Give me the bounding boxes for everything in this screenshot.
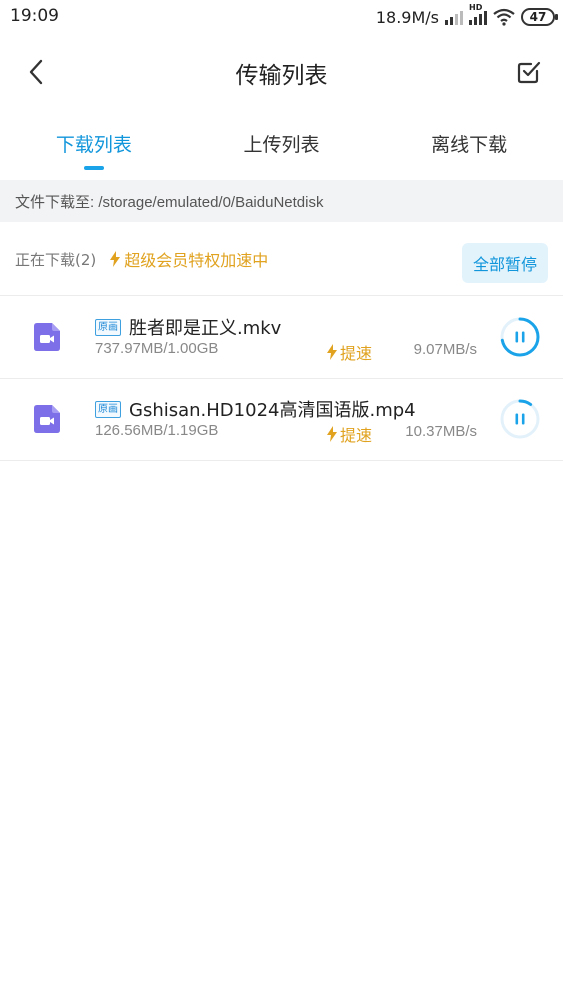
progress-track <box>500 399 540 439</box>
video-file-icon <box>34 323 60 351</box>
download-path-bar: 文件下载至: /storage/emulated/0/BaiduNetdisk <box>0 180 563 222</box>
download-path-text: 文件下载至: /storage/emulated/0/BaiduNetdisk <box>15 193 324 211</box>
tab-label: 离线下载 <box>431 134 508 156</box>
video-file-icon <box>34 405 60 433</box>
pause-all-button[interactable]: 全部暂停 <box>462 243 548 283</box>
item-name-row: 原画 胜者即是正义.mkv <box>95 314 281 340</box>
speed-up-label: 提速 <box>340 344 373 363</box>
vip-boost-label: 超级会员特权加速中 <box>124 251 269 270</box>
pause-button[interactable] <box>499 316 541 358</box>
file-progress-size: 737.97MB/1.00GB <box>95 340 219 357</box>
item-name-row: 原画 Gshisan.HD1024高清国语版.mp4 <box>95 396 416 422</box>
transfer-tabs: 下载列表 上传列表 离线下载 <box>0 110 563 180</box>
checkbox-icon <box>517 61 541 84</box>
hd-signal-icon: HD <box>469 3 487 25</box>
quality-badge: 原画 <box>95 400 121 418</box>
pause-icon <box>515 413 519 425</box>
lightning-icon <box>327 426 337 442</box>
tab-download-list[interactable]: 下载列表 <box>0 110 188 180</box>
active-tab-indicator <box>83 166 104 170</box>
pause-icon <box>521 413 525 425</box>
file-name: Gshisan.HD1024高清国语版.mp4 <box>129 400 416 421</box>
quality-badge: 原画 <box>95 318 121 336</box>
download-item[interactable]: 原画 Gshisan.HD1024高清国语版.mp4 126.56MB/1.19… <box>0 378 563 460</box>
file-progress-size: 126.56MB/1.19GB <box>95 422 219 439</box>
downloading-count: 正在下载(2) <box>15 250 97 269</box>
downloading-header: 正在下载(2) 超级会员特权加速中 全部暂停 <box>0 222 563 296</box>
tab-offline-download[interactable]: 离线下载 <box>375 110 563 180</box>
divider <box>0 460 563 461</box>
wifi-icon <box>493 8 515 26</box>
pause-icon <box>521 331 525 343</box>
tab-label: 下载列表 <box>55 134 132 156</box>
file-name: 胜者即是正义.mkv <box>129 318 282 339</box>
page-title: 传输列表 <box>235 63 328 89</box>
status-time: 19:09 <box>10 6 59 26</box>
multi-select-button[interactable] <box>511 54 547 90</box>
network-speed: 18.9M/s <box>375 7 439 27</box>
pause-icon <box>515 331 519 343</box>
signal-icon <box>445 9 463 25</box>
lightning-icon <box>327 344 337 360</box>
speed-up-button[interactable]: 提速 <box>327 340 372 364</box>
status-bar: 19:09 18.9M/s HD 47 <box>0 0 563 34</box>
tab-upload-list[interactable]: 上传列表 <box>188 110 376 180</box>
battery-icon: 47 <box>521 8 558 26</box>
lightning-icon <box>110 251 121 267</box>
pause-button[interactable] <box>499 398 541 440</box>
speed-up-label: 提速 <box>340 426 373 445</box>
speed-up-button[interactable]: 提速 <box>327 422 372 446</box>
network-label: HD <box>469 3 483 12</box>
status-indicators: 18.9M/s HD 47 <box>375 3 558 28</box>
app-header: 传输列表 <box>0 34 563 110</box>
download-speed: 10.37MB/s <box>405 423 477 440</box>
vip-boost-status: 超级会员特权加速中 <box>110 247 268 271</box>
tab-label: 上传列表 <box>243 134 320 156</box>
download-item[interactable]: 原画 胜者即是正义.mkv 737.97MB/1.00GB 提速 9.07MB/… <box>0 296 563 378</box>
download-speed: 9.07MB/s <box>413 341 477 358</box>
